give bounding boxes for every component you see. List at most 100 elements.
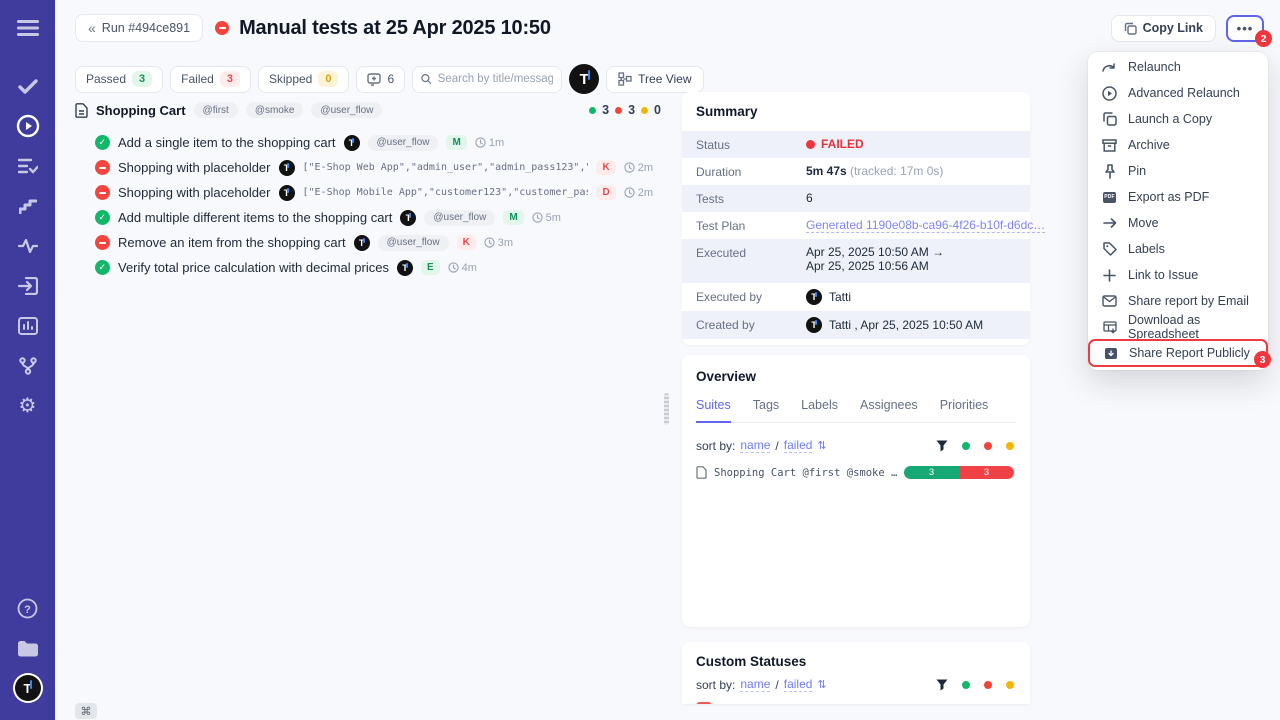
- help-icon[interactable]: ?: [0, 588, 55, 628]
- sort-by-name-link[interactable]: name: [740, 438, 770, 453]
- spreadsheet-icon: [1103, 321, 1117, 334]
- assignee-filter-avatar[interactable]: T: [569, 64, 599, 94]
- tree-view-button[interactable]: Tree View: [606, 66, 703, 93]
- filter-bar: Passed 3 Failed 3 Skipped 0 6 T Tree Vie…: [75, 64, 704, 94]
- filter-skipped-button[interactable]: Skipped 0: [258, 66, 350, 93]
- sort-by-name-link[interactable]: name: [740, 677, 770, 692]
- filter-funnel-icon[interactable]: [936, 679, 948, 691]
- panel-scrollbar[interactable]: [664, 393, 669, 425]
- filter-funnel-icon[interactable]: [936, 440, 948, 452]
- priority-badge: M: [503, 210, 523, 225]
- filter-passed-button[interactable]: Passed 3: [75, 66, 163, 93]
- tab-assignees[interactable]: Assignees: [860, 398, 918, 422]
- clock-icon: [624, 187, 635, 198]
- summary-row-duration: Duration 5m 47s (tracked: 17m 0s): [682, 158, 1030, 185]
- suite-header[interactable]: Shopping Cart @first @smoke @user_flow 3…: [75, 100, 653, 120]
- test-tag[interactable]: @user_flow: [378, 235, 449, 251]
- status-legend: [936, 679, 1014, 691]
- assignee-avatar: T: [279, 185, 295, 201]
- filter-comments-button[interactable]: 6: [356, 66, 405, 93]
- archive-icon: [1102, 139, 1117, 152]
- test-tag[interactable]: @user_flow: [424, 210, 495, 226]
- test-plan-link[interactable]: Generated 1190e08b-ca96-4f26-b10f-d6dc…: [806, 218, 1045, 233]
- test-row[interactable]: Shopping with placeholder T ["E-Shop Web…: [75, 155, 653, 180]
- legend-skipped-dot[interactable]: [1006, 681, 1014, 689]
- filter-failed-button[interactable]: Failed 3: [170, 66, 251, 93]
- back-label: Run #494ce891: [102, 21, 190, 35]
- tab-tags[interactable]: Tags: [753, 398, 779, 422]
- clock-icon: [624, 162, 635, 173]
- failed-status-icon: [215, 21, 229, 35]
- duration: 2m: [638, 187, 653, 199]
- duration: 1m: [489, 137, 504, 149]
- test-row[interactable]: Add a single item to the shopping cart T…: [75, 130, 653, 155]
- suite-tag[interactable]: @first: [194, 102, 238, 118]
- menu-item-share-report-publicly[interactable]: Share Report Publicly: [1089, 340, 1267, 366]
- pulse-icon[interactable]: [0, 226, 55, 266]
- search-field[interactable]: [412, 66, 562, 93]
- suite-tag[interactable]: @smoke: [246, 102, 304, 118]
- menu-item-link-to-issue[interactable]: Link to Issue: [1088, 262, 1268, 288]
- custom-statuses-section: Custom Statuses sort by: name / failed ⇅: [682, 642, 1030, 704]
- import-icon[interactable]: [0, 266, 55, 306]
- menu-item-export-as-pdf[interactable]: PDF Export as PDF: [1088, 184, 1268, 210]
- tab-priorities[interactable]: Priorities: [940, 398, 989, 422]
- settings-gear-icon[interactable]: ⚙: [0, 386, 55, 426]
- tab-labels[interactable]: Labels: [801, 398, 838, 422]
- menu-item-download-as-spreadsheet[interactable]: Download as Spreadsheet: [1088, 314, 1268, 340]
- duration: 5m: [546, 212, 561, 224]
- sort-direction-icon[interactable]: ⇅: [817, 678, 826, 691]
- menu-item-pin[interactable]: Pin: [1088, 158, 1268, 184]
- menu-item-archive[interactable]: Archive: [1088, 132, 1268, 158]
- runs-icon[interactable]: [0, 106, 55, 146]
- legend-passed-dot[interactable]: [962, 681, 970, 689]
- suite-result-bar: 3 3: [904, 466, 1014, 479]
- suite-tag[interactable]: @user_flow: [311, 102, 382, 118]
- sort-direction-icon[interactable]: ⇅: [817, 439, 826, 452]
- analytics-icon[interactable]: [0, 306, 55, 346]
- branch-icon[interactable]: [0, 346, 55, 386]
- back-chevron-icon: «: [88, 20, 96, 36]
- steps-icon[interactable]: [0, 186, 55, 226]
- projects-folder-icon[interactable]: [0, 628, 55, 668]
- overview-suite-row[interactable]: Shopping Cart @first @smoke … 3 3: [696, 466, 1016, 479]
- passed-check-icon: [95, 260, 110, 275]
- test-row[interactable]: Shopping with placeholder T ["E-Shop Mob…: [75, 180, 653, 205]
- menu-item-relaunch[interactable]: Relaunch: [1088, 54, 1268, 80]
- pdf-icon: PDF: [1103, 192, 1117, 203]
- sort-by-failed-link[interactable]: failed: [784, 438, 813, 453]
- test-list-icon[interactable]: [0, 146, 55, 186]
- menu-item-advanced-relaunch[interactable]: Advanced Relaunch: [1088, 80, 1268, 106]
- test-row[interactable]: Add multiple different items to the shop…: [75, 205, 653, 230]
- overview-heading: Overview: [696, 369, 1016, 384]
- sort-by-failed-link[interactable]: failed: [784, 677, 813, 692]
- test-row[interactable]: Verify total price calculation with deci…: [75, 255, 653, 280]
- summary-heading: Summary: [682, 104, 1030, 119]
- back-to-run-button[interactable]: « Run #494ce891: [75, 14, 203, 42]
- test-row[interactable]: Remove an item from the shopping cart T …: [75, 230, 653, 255]
- copy-link-button[interactable]: Copy Link: [1111, 15, 1216, 42]
- menu-item-launch-a-copy[interactable]: Launch a Copy: [1088, 106, 1268, 132]
- legend-failed-dot[interactable]: [984, 681, 992, 689]
- hamburger-menu-icon[interactable]: [0, 8, 55, 48]
- search-input[interactable]: [438, 73, 554, 85]
- priority-badge: D: [596, 185, 615, 200]
- custom-statuses-sort-row: sort by: name / failed ⇅: [696, 677, 1016, 692]
- checks-icon[interactable]: [0, 66, 55, 106]
- assignee-avatar: T: [354, 235, 370, 251]
- test-tag[interactable]: @user_flow: [368, 135, 439, 151]
- legend-skipped-dot[interactable]: [1006, 442, 1014, 450]
- menu-item-share-report-by-email[interactable]: Share report by Email: [1088, 288, 1268, 314]
- legend-failed-dot[interactable]: [984, 442, 992, 450]
- user-avatar[interactable]: T: [0, 668, 55, 708]
- menu-item-move[interactable]: Move: [1088, 210, 1268, 236]
- tab-suites[interactable]: Suites: [696, 398, 731, 423]
- pin-icon: [1104, 164, 1116, 179]
- suite-counts: 3 3 0: [589, 103, 661, 117]
- page-title: Manual tests at 25 Apr 2025 10:50: [239, 17, 551, 40]
- status-legend: [936, 440, 1014, 452]
- menu-item-labels[interactable]: Labels: [1088, 236, 1268, 262]
- comment-plus-icon: [367, 73, 381, 86]
- keyboard-shortcut-chip[interactable]: ⌘: [75, 703, 97, 719]
- legend-passed-dot[interactable]: [962, 442, 970, 450]
